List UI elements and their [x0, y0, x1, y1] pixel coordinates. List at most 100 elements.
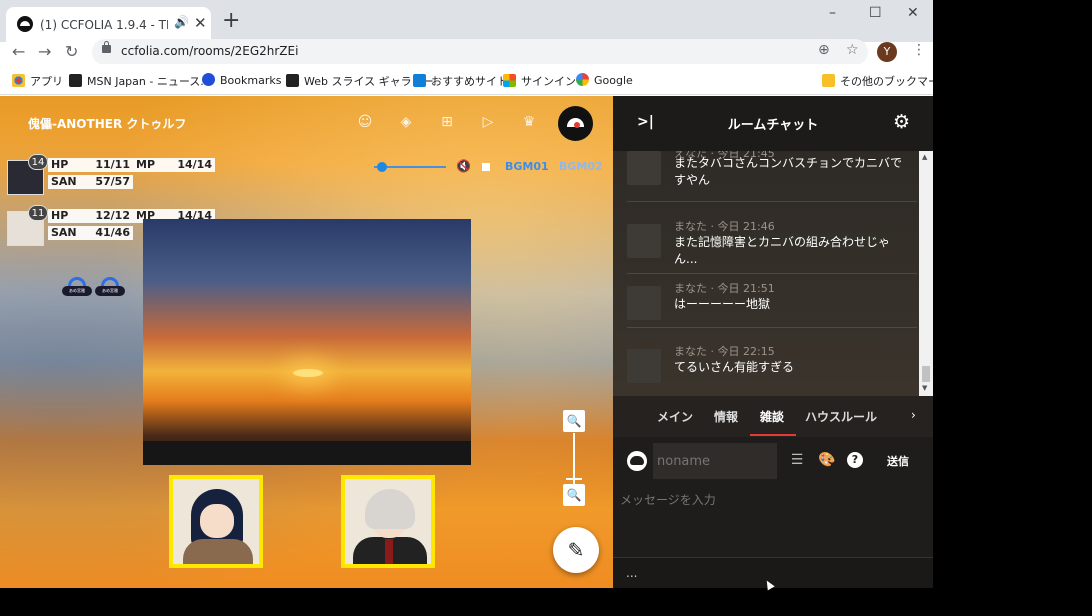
- pin-label: あめ宮雅: [95, 286, 125, 296]
- message-text: てるいさん有能すぎる: [674, 360, 795, 374]
- pin-label: あめ宮雅: [62, 286, 92, 296]
- bookmarks-bar: アプリ MSN Japan - ニュース... Bookmarks Web スラ…: [0, 64, 933, 95]
- browser-tab[interactable]: (1) CCFOLIA 1.9.4 - TRPGオンライ 🔊 ✕: [6, 7, 211, 42]
- video-icon[interactable]: ▷: [479, 114, 497, 130]
- hp-stat: HP 12/12: [48, 209, 133, 223]
- character-face-icon[interactable]: [627, 451, 647, 471]
- star-icon[interactable]: ☆: [846, 42, 859, 58]
- bookmark-recommended[interactable]: おすすめサイト: [413, 73, 508, 89]
- edit-fab-button[interactable]: ✎: [553, 527, 599, 573]
- message-text: またタバコさんコンバスチョンでカニバですやん: [674, 156, 903, 187]
- name-input[interactable]: [653, 443, 777, 479]
- chat-panel: >| ルームチャット ⚙ えなた · 今日 21:45 またタバコさんコンバスチ…: [613, 96, 933, 588]
- address-toolbar: ← → ↻ ccfolia.com/rooms/2EG2hrZEi ⊕ ☆ Y …: [0, 39, 933, 65]
- ccfolia-logo-icon[interactable]: [558, 106, 593, 141]
- tab-info[interactable]: 情報: [714, 408, 738, 425]
- message-avatar: [627, 151, 661, 185]
- zoom-in-button[interactable]: 🔍: [563, 410, 585, 432]
- browser-window: (1) CCFOLIA 1.9.4 - TRPGオンライ 🔊 ✕ + – ☐ ✕…: [0, 0, 933, 588]
- character-card-1[interactable]: [169, 475, 263, 568]
- message-avatar: [627, 349, 661, 383]
- profile-avatar[interactable]: Y: [877, 42, 897, 62]
- zoom-out-button[interactable]: 🔍: [563, 484, 585, 506]
- help-icon[interactable]: ?: [847, 452, 863, 468]
- back-icon[interactable]: ←: [12, 42, 25, 62]
- chat-message: まなた · 今日 21:46 また記憶障害とカニバの組み合わせじゃん...: [627, 218, 917, 274]
- bookmark-google[interactable]: Google: [576, 73, 633, 87]
- bgm01-button[interactable]: BGM01: [505, 160, 549, 173]
- microsoft-icon: [503, 74, 516, 87]
- chevron-right-icon[interactable]: ›: [911, 408, 916, 422]
- bookmark-bookmarks[interactable]: Bookmarks: [202, 73, 281, 87]
- footer-text: ...: [626, 566, 638, 580]
- speaker-icon[interactable]: 🔊: [174, 15, 189, 29]
- msn-icon: [69, 74, 82, 87]
- chat-message: まなた · 今日 21:51 はーーーーー地獄: [627, 280, 917, 328]
- folder-icon: [822, 74, 835, 87]
- volume-slider-knob[interactable]: [377, 162, 388, 172]
- message-input[interactable]: [613, 485, 933, 557]
- message-avatar: [627, 286, 661, 320]
- layers-icon[interactable]: ◈: [397, 114, 415, 130]
- scene-icon[interactable]: ♛: [520, 114, 538, 130]
- room-title: 傀儡-ANOTHER クトゥルフ: [28, 117, 187, 131]
- tie-shape: [385, 539, 393, 564]
- chat-messages[interactable]: えなた · 今日 21:45 またタバコさんコンバスチョンでカニバですやん まな…: [613, 151, 933, 396]
- address-bar[interactable]: ccfolia.com/rooms/2EG2hrZEi ⊕ ☆: [92, 39, 868, 65]
- bookmark-apps[interactable]: アプリ: [12, 73, 63, 89]
- hp-stat: HP 11/11: [48, 158, 133, 172]
- scroll-down-icon[interactable]: ▼: [922, 384, 927, 392]
- bookmark-other[interactable]: その他のブックマーク: [822, 73, 933, 89]
- close-tab-icon[interactable]: ✕: [194, 14, 207, 32]
- mute-icon[interactable]: 🔇: [456, 159, 471, 173]
- maximize-button[interactable]: ☐: [869, 5, 882, 21]
- bookmark-signin[interactable]: サインイン: [503, 73, 576, 89]
- tab-chat[interactable]: 雑談: [760, 408, 784, 425]
- reload-icon[interactable]: ↻: [65, 42, 78, 62]
- forward-icon[interactable]: →: [38, 42, 51, 62]
- hair-shape: [365, 489, 415, 529]
- close-window-button[interactable]: ✕: [907, 5, 919, 21]
- sun-glow: [293, 369, 323, 377]
- ccfolia-room: 傀儡-ANOTHER クトゥルフ ☺ ◈ ⊞ ▷ ♛ 🔇 BGM01 BGM02…: [0, 96, 933, 588]
- gear-icon[interactable]: ⚙: [893, 111, 910, 133]
- map-pin[interactable]: あめ宮雅: [95, 277, 125, 307]
- url-text: ccfolia.com/rooms/2EG2hrZEi: [121, 44, 299, 58]
- new-tab-button[interactable]: +: [222, 8, 240, 34]
- add-panel-icon[interactable]: ⊞: [438, 114, 456, 130]
- send-button[interactable]: 送信: [887, 453, 909, 469]
- add-icon[interactable]: ⊕: [818, 42, 830, 58]
- scroll-thumb[interactable]: [922, 366, 930, 382]
- face-shape: [200, 504, 234, 538]
- map-pin[interactable]: あめ宮雅: [62, 277, 92, 307]
- mp-stat: MP 14/14: [133, 158, 215, 172]
- character-card-2[interactable]: [341, 475, 435, 568]
- menu-icon[interactable]: ⋮: [912, 42, 926, 58]
- bookmark-msn[interactable]: MSN Japan - ニュース...: [69, 73, 211, 89]
- list-icon[interactable]: ☰: [789, 452, 805, 468]
- character-list-icon[interactable]: ☺: [356, 114, 374, 130]
- scroll-up-icon[interactable]: ▲: [922, 153, 927, 161]
- scene-image[interactable]: [143, 219, 471, 465]
- character-level-badge: 11: [28, 205, 48, 221]
- lock-icon: [102, 41, 111, 53]
- tab-house-rules[interactable]: ハウスルール: [805, 408, 877, 425]
- chat-message: えなた · 今日 21:45 またタバコさんコンバスチョンでカニバですやん: [627, 151, 917, 202]
- zoom-slider-handle[interactable]: [566, 478, 582, 480]
- bgm02-button[interactable]: BGM02: [559, 160, 603, 173]
- minimize-button[interactable]: –: [829, 5, 836, 21]
- palette-icon[interactable]: 🎨: [818, 452, 835, 468]
- stop-icon[interactable]: [482, 163, 490, 171]
- message-meta: まなた · 今日 22:15: [674, 345, 775, 358]
- message-text: はーーーーー地獄: [674, 297, 771, 311]
- bookmark-web-slice[interactable]: Web スライス ギャラリー: [286, 73, 434, 89]
- chat-header: >| ルームチャット ⚙: [613, 96, 933, 151]
- character-status-1[interactable]: 14 HP 11/11 MP 14/14 SAN 57/57: [6, 154, 216, 198]
- tab-main[interactable]: メイン: [657, 408, 693, 425]
- chat-scrollbar[interactable]: ▲ ▼: [919, 151, 933, 396]
- message-avatar: [627, 224, 661, 258]
- apps-grid-icon: [12, 74, 25, 87]
- web-slice-icon: [286, 74, 299, 87]
- game-board[interactable]: 傀儡-ANOTHER クトゥルフ ☺ ◈ ⊞ ▷ ♛ 🔇 BGM01 BGM02…: [0, 96, 613, 588]
- chat-compose-bar: ☰ 🎨 ? 送信: [613, 437, 933, 485]
